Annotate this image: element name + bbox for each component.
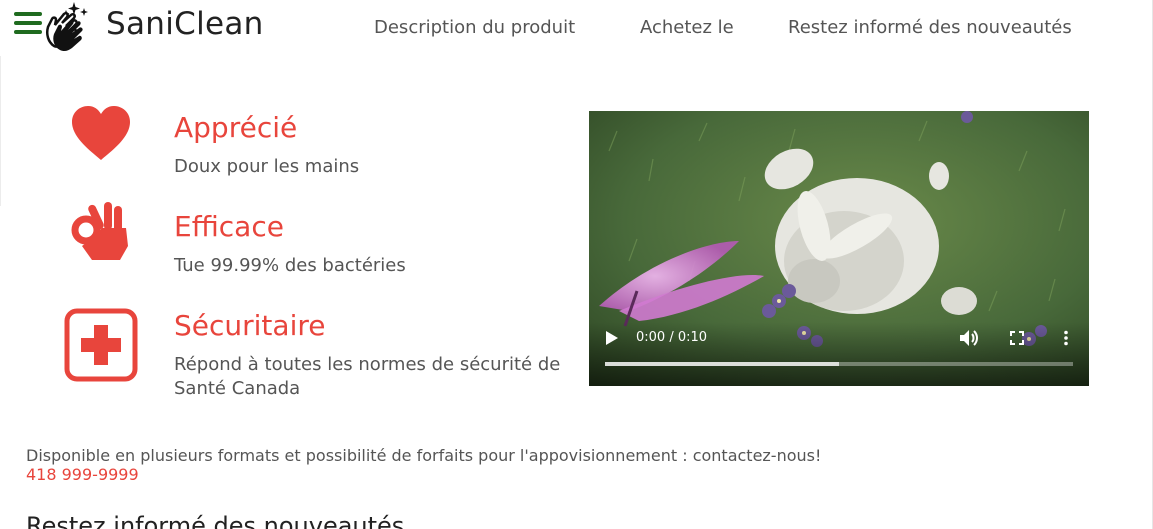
- section-heading: Restez informé des nouveautés: [26, 512, 405, 529]
- video-time: 0:00 / 0:10: [636, 330, 708, 345]
- phone-link[interactable]: 418 999-9999: [26, 465, 139, 484]
- nav-link-description[interactable]: Description du produit: [374, 17, 575, 38]
- divider: [0, 56, 1, 206]
- feature-description-safe: Répond à toutes les normes de sécurité d…: [174, 354, 561, 399]
- volume-icon[interactable]: [959, 329, 979, 347]
- first-aid-icon: [64, 308, 138, 382]
- availability-text: Disponible en plusieurs formats et possi…: [26, 446, 822, 465]
- feature-title-appreciated: Apprécié: [174, 111, 298, 144]
- ok-hand-icon: [71, 202, 128, 260]
- nav-link-news[interactable]: Restez informé des nouveautés: [788, 17, 1072, 38]
- hamburger-menu-icon[interactable]: [14, 12, 42, 34]
- feature-title-safe: Sécuritaire: [174, 309, 326, 342]
- page: SaniClean Description du produit Achetez…: [0, 0, 1153, 529]
- nav-link-buy[interactable]: Achetez le: [640, 17, 734, 38]
- play-icon[interactable]: [605, 330, 619, 346]
- brand-logo-text[interactable]: SaniClean: [106, 6, 264, 42]
- video-progress-bar[interactable]: [605, 362, 1073, 366]
- header: SaniClean Description du produit Achetez…: [0, 0, 1153, 56]
- more-options-icon[interactable]: [1059, 330, 1073, 346]
- clapping-hands-sparkle-icon: [46, 2, 88, 52]
- feature-description-appreciated: Doux pour les mains: [174, 156, 360, 177]
- video-progress-fill: [605, 362, 839, 366]
- heart-icon: [72, 106, 130, 160]
- video-player[interactable]: 0:00 / 0:10: [589, 111, 1089, 386]
- feature-title-effective: Efficace: [174, 210, 284, 243]
- fullscreen-icon[interactable]: [1010, 331, 1024, 345]
- feature-description-effective: Tue 99.99% des bactéries: [174, 255, 406, 276]
